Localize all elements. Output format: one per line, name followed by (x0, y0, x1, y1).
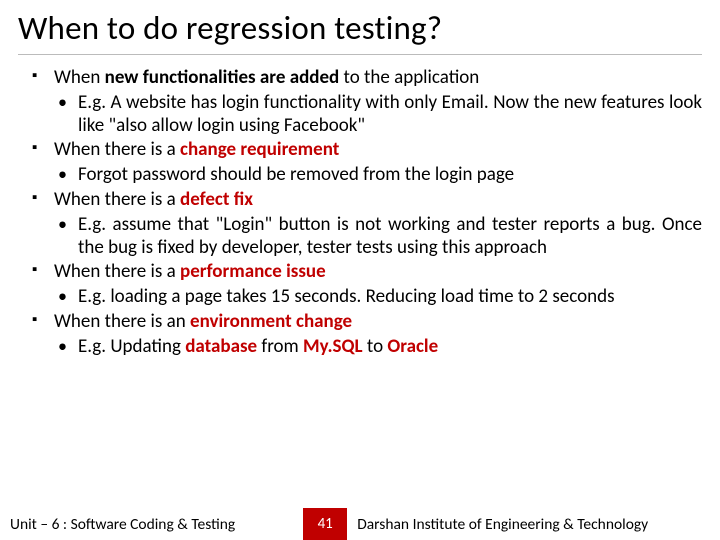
emphasis-text: My.SQL (303, 335, 363, 358)
emphasis-text: change requirement (180, 138, 339, 161)
text: from (257, 335, 303, 358)
footer-institute: Darshan Institute of Engineering & Techn… (347, 515, 720, 534)
slide-title: When to do regression testing? (18, 8, 702, 55)
sub-bullet: E.g. assume that "Login" button is not w… (32, 214, 702, 260)
text: When there is a (54, 138, 180, 161)
text: When (54, 66, 105, 89)
emphasis-text: environment change (190, 310, 352, 333)
text: When there is a (54, 260, 180, 283)
emphasis-text: defect fix (180, 188, 253, 211)
bullet-environment-change: When there is an environment change (32, 311, 702, 334)
bullet-new-functionalities: When new functionalities are added to th… (32, 67, 702, 90)
text: When there is an (54, 310, 190, 333)
emphasis-text: Oracle (387, 335, 438, 358)
emphasis-text: performance issue (180, 260, 326, 283)
bullet-defect-fix: When there is a defect fix (32, 189, 702, 212)
text: E.g. Updating (78, 335, 185, 358)
bullet-performance-issue: When there is a performance issue (32, 261, 702, 284)
sub-bullet: E.g. loading a page takes 15 seconds. Re… (32, 286, 702, 309)
page-number: 41 (303, 508, 347, 540)
sub-bullet: E.g. A website has login functionality w… (32, 92, 702, 138)
slide-body: When new functionalities are added to th… (18, 67, 702, 540)
sub-bullet: E.g. Updating database from My.SQL to Or… (32, 336, 702, 359)
text: When there is a (54, 188, 180, 211)
emphasis-text: database (185, 335, 257, 358)
bold-text: new functionalities are added (105, 66, 340, 89)
slide-footer: Unit – 6 : Software Coding & Testing 41 … (0, 508, 720, 540)
sub-bullet: Forgot password should be removed from t… (32, 164, 702, 187)
text: to (363, 335, 388, 358)
footer-unit: Unit – 6 : Software Coding & Testing (0, 515, 235, 534)
slide: When to do regression testing? When new … (0, 0, 720, 540)
text: to the application (339, 66, 479, 89)
bullet-change-requirement: When there is a change requirement (32, 139, 702, 162)
